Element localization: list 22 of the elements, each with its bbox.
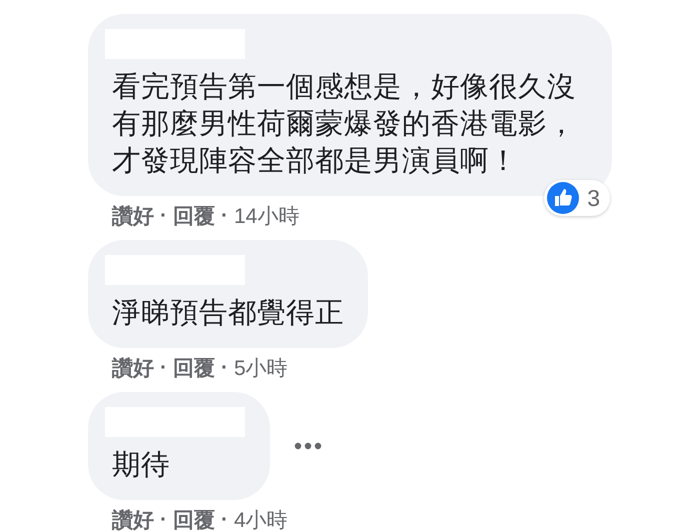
separator-dot: ·	[221, 508, 228, 532]
separator-dot: ·	[160, 356, 167, 380]
more-icon[interactable]	[294, 442, 322, 450]
reaction-count: 3	[587, 184, 600, 212]
comment-time: 14小時	[234, 204, 300, 230]
comment-text: 淨睇預告都覺得正	[112, 296, 344, 331]
comment-time: 5小時	[234, 356, 288, 382]
separator-dot: ·	[160, 204, 167, 228]
reaction-badge[interactable]: 3	[544, 180, 610, 216]
reply-link[interactable]: 回覆	[173, 354, 215, 382]
reply-link[interactable]: 回覆	[173, 202, 215, 230]
like-link[interactable]: 讚好	[112, 354, 154, 382]
comment-text: 期待	[112, 448, 171, 483]
reply-link[interactable]: 回覆	[173, 506, 215, 532]
thumbs-up-icon	[547, 182, 580, 214]
separator-dot: ·	[221, 356, 228, 380]
like-link[interactable]: 讚好	[112, 506, 154, 532]
like-link[interactable]: 讚好	[112, 202, 154, 230]
comment-text: 看完預告第一個感想是，好像很久沒有那麼男性荷爾蒙爆發的香港電影，才發現陣容全部都是男演員啊！	[112, 70, 577, 179]
separator-dot: ·	[160, 508, 167, 532]
comment-time: 4小時	[234, 508, 288, 532]
separator-dot: ·	[221, 204, 228, 228]
